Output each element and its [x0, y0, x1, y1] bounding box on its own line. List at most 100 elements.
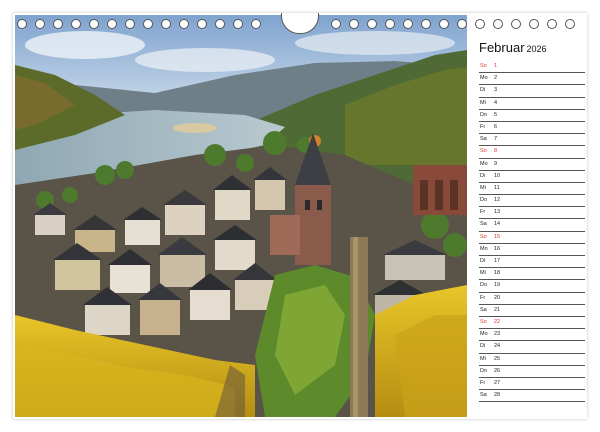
day-number: 27 [494, 379, 501, 386]
calendar-sidebar: Februar 2026 So 1 Mo 2 Di 3 Mi 4 Do 5 Fr 6 Sa 7 So 8 Mo 9 D… [475, 13, 587, 419]
day-row: So 22 [479, 317, 585, 330]
month-name: Februar [479, 40, 525, 55]
weekday-label: Do [480, 282, 488, 289]
day-number: 14 [494, 221, 501, 228]
year-label: 2026 [526, 44, 547, 54]
day-row: Di 17 [479, 256, 585, 269]
day-number: 6 [494, 123, 498, 130]
binding-ring [529, 19, 539, 29]
weekday-label: Mi [480, 99, 486, 106]
day-number: 28 [494, 392, 501, 399]
day-number: 1 [494, 63, 498, 69]
weekday-label: Di [480, 172, 486, 179]
month-title: Februar 2026 [479, 40, 547, 55]
day-number: 24 [494, 343, 501, 350]
day-number: 20 [494, 294, 501, 301]
weekday-label: Mi [480, 270, 486, 277]
day-row: Mo 23 [479, 329, 585, 342]
day-row: Fr 6 [479, 122, 585, 135]
weekday-label: Di [480, 343, 486, 350]
binding-ring [125, 19, 135, 29]
weekday-label: Mi [480, 355, 486, 362]
day-row: Mo 2 [479, 73, 585, 86]
day-number: 2 [494, 75, 498, 82]
day-number: 18 [494, 270, 501, 277]
binding-ring [215, 19, 225, 29]
binding-ring [251, 19, 261, 29]
day-row: Sa 21 [479, 305, 585, 317]
weekday-label: So [480, 63, 487, 69]
weekday-label: Do [480, 197, 488, 204]
day-row: Mo 16 [479, 244, 585, 256]
binding-ring [53, 19, 63, 29]
day-number: 17 [494, 258, 501, 264]
binding-ring [385, 19, 395, 29]
weekday-label: Sa [480, 306, 487, 313]
binding-ring [71, 19, 81, 29]
day-row: Do 26 [479, 366, 585, 378]
binding-ring [403, 19, 413, 29]
binding-ring [349, 19, 359, 29]
day-row: Do 5 [479, 110, 585, 122]
binding-ring [331, 19, 341, 29]
weekday-label: Fr [480, 379, 486, 386]
day-row: Mi 18 [479, 268, 585, 281]
weekday-label: So [480, 233, 487, 240]
binding-ring [475, 19, 485, 29]
day-row: Di 3 [479, 85, 585, 98]
day-row: Fr 13 [479, 207, 585, 220]
day-row: Do 19 [479, 280, 585, 293]
day-row: So 1 [479, 61, 585, 74]
weekday-label: So [480, 318, 487, 325]
day-row: Fr 27 [479, 378, 585, 391]
day-number: 26 [494, 367, 501, 374]
weekday-label: Sa [480, 136, 487, 143]
day-row: Di 10 [479, 171, 585, 183]
binding-ring [35, 19, 45, 29]
day-number: 7 [494, 136, 498, 143]
weekday-label: Fr [480, 294, 486, 301]
weekday-label: Fr [480, 209, 486, 216]
binding-ring [439, 19, 449, 29]
day-row: Do 12 [479, 195, 585, 208]
day-number: 16 [494, 245, 501, 252]
day-row: Mo 9 [479, 159, 585, 171]
day-number: 25 [494, 355, 501, 362]
day-number: 3 [494, 87, 498, 94]
vineyard-post [350, 237, 368, 417]
weekday-label: Mo [480, 331, 488, 338]
day-number: 19 [494, 282, 501, 289]
binding-ring [457, 19, 467, 29]
binding-ring [17, 19, 27, 29]
binding-ring [143, 19, 153, 29]
weekday-label: Di [480, 87, 486, 94]
weekday-label: Sa [480, 221, 487, 228]
landscape-illustration [15, 15, 467, 417]
day-number: 9 [494, 160, 498, 167]
binding-ring [107, 19, 117, 29]
weekday-label: Di [480, 258, 486, 264]
weekday-label: Do [480, 367, 488, 374]
day-number: 10 [494, 172, 501, 179]
day-list: So 1 Mo 2 Di 3 Mi 4 Do 5 Fr 6 Sa 7 So 8 Mo 9 Di 10 Mi 11 Do 12 F… [479, 61, 585, 403]
day-row: Sa 28 [479, 390, 585, 403]
binding-ring [161, 19, 171, 29]
day-row: Fr 20 [479, 293, 585, 305]
day-number: 11 [494, 184, 500, 191]
day-row: Sa 7 [479, 134, 585, 147]
day-row: So 15 [479, 232, 585, 244]
day-row: Mi 11 [479, 183, 585, 196]
day-number: 15 [494, 233, 501, 240]
day-number: 8 [494, 148, 498, 155]
calendar-photo [15, 15, 467, 417]
binding-ring [89, 19, 99, 29]
binding-ring [367, 19, 377, 29]
binding-ring [233, 19, 243, 29]
weekday-label: Mi [480, 184, 486, 191]
weekday-label: Mo [480, 75, 488, 82]
binding-ring [547, 19, 557, 29]
day-number: 5 [494, 111, 498, 118]
calendar-page: Februar 2026 So 1 Mo 2 Di 3 Mi 4 Do 5 Fr 6 Sa 7 So 8 Mo 9 D… [13, 13, 587, 419]
day-number: 21 [494, 306, 501, 313]
day-row: Di 24 [479, 341, 585, 354]
